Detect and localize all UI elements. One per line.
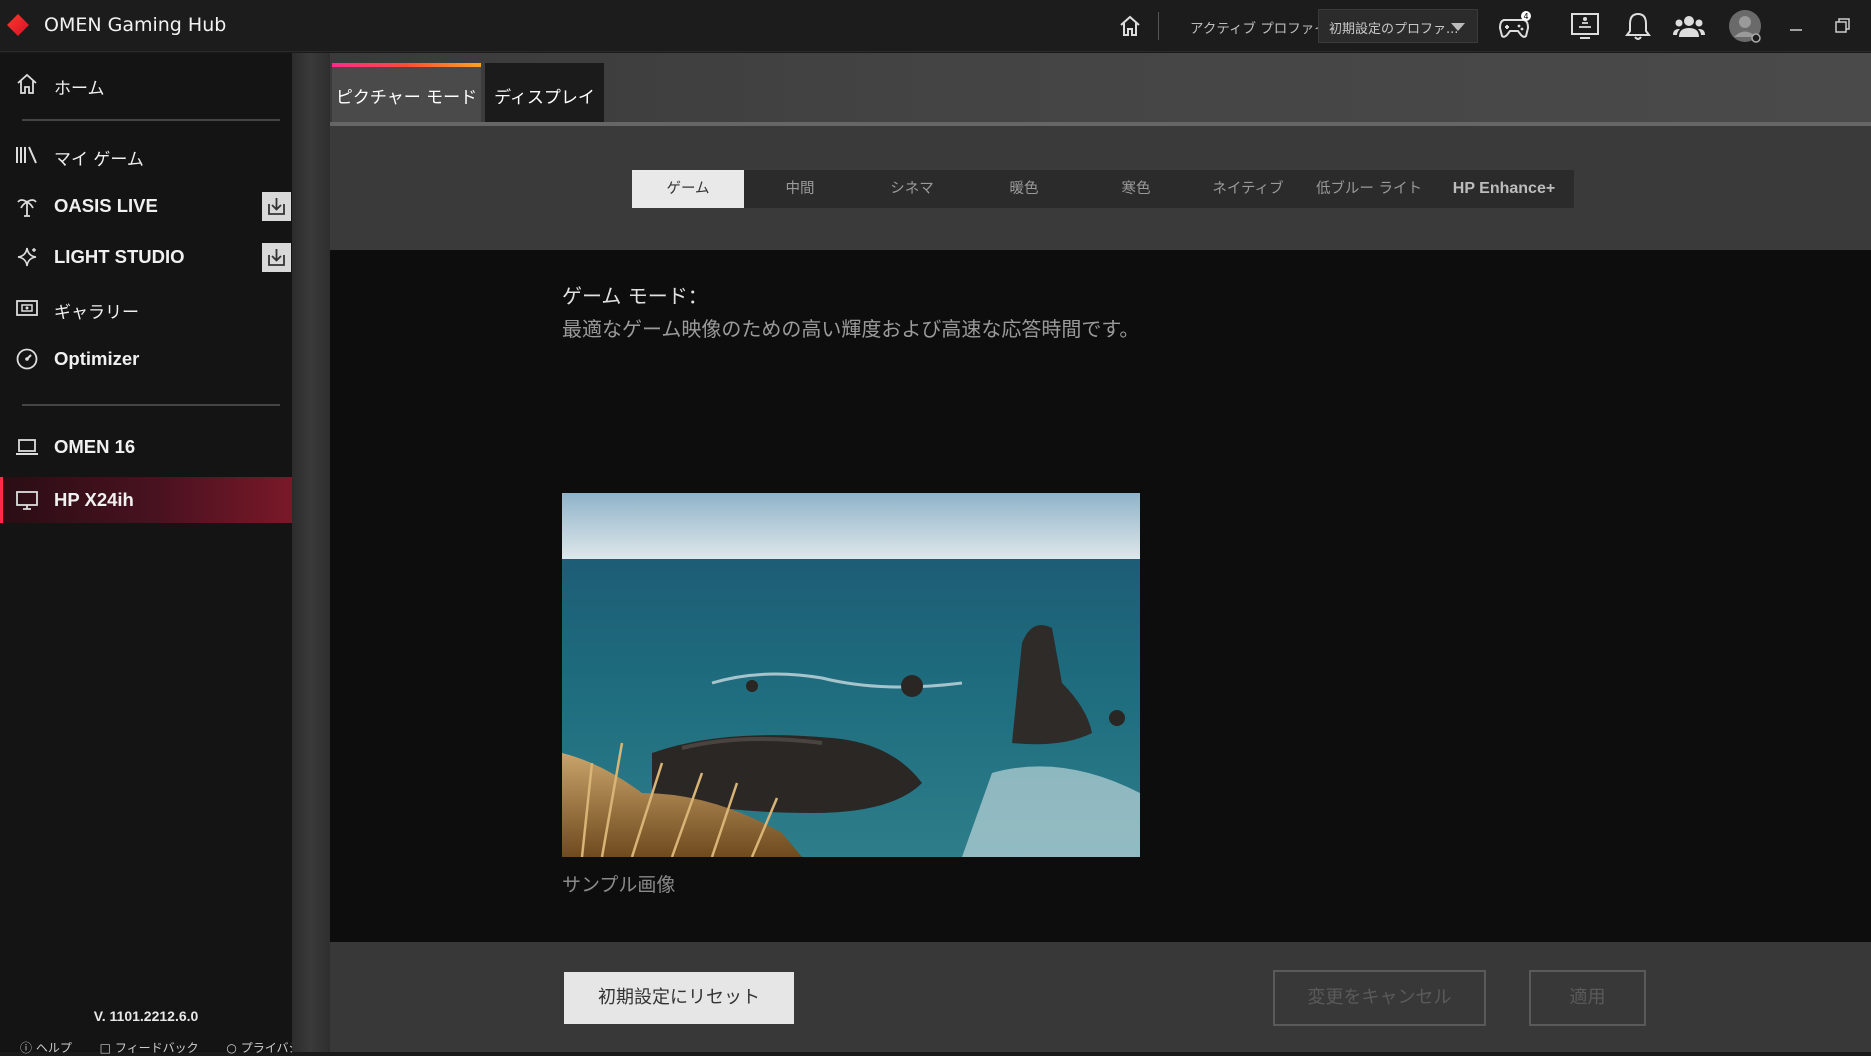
gauge-icon — [16, 348, 38, 370]
avatar-icon[interactable] — [1727, 8, 1763, 44]
sidebar-item-gallery[interactable]: ギャラリー — [0, 285, 292, 331]
mode-hp-enhance[interactable]: HP Enhance+ — [1434, 170, 1574, 208]
picture-mode-selector: ゲーム 中間 シネマ 暖色 寒色 ネイティブ 低ブルー ライト HP Enhan… — [632, 170, 1574, 208]
home-icon[interactable] — [1116, 12, 1144, 40]
sidebar-item-label: マイ ゲーム — [54, 150, 144, 170]
apply-button[interactable]: 適用 — [1529, 970, 1646, 1026]
sidebar-item-omen-16[interactable]: OMEN 16 — [0, 424, 292, 470]
mode-warm[interactable]: 暖色 — [968, 170, 1080, 208]
palm-tree-icon — [17, 199, 37, 217]
omen-logo-icon — [7, 14, 29, 36]
sidebar-item-oasis-live[interactable]: OASIS LIVE — [0, 183, 292, 229]
mode-game[interactable]: ゲーム — [632, 170, 744, 208]
sidebar-item-my-games[interactable]: マイ ゲーム — [0, 132, 292, 178]
reset-defaults-button[interactable]: 初期設定にリセット — [564, 972, 794, 1024]
sidebar-item-optimizer[interactable]: Optimizer — [0, 336, 292, 382]
controller-icon[interactable]: 4 — [1497, 10, 1531, 42]
mode-low-blue-light[interactable]: 低ブルー ライト — [1304, 170, 1434, 208]
titlebar-divider — [1158, 12, 1159, 40]
tab-display[interactable]: ディスプレイ — [485, 63, 604, 124]
action-bar: 初期設定にリセット 変更をキャンセル 適用 — [330, 942, 1871, 1052]
help-label: ヘルプ — [35, 1041, 72, 1055]
home-icon — [17, 73, 37, 94]
bell-icon[interactable] — [1621, 10, 1655, 42]
mode-description: 最適なゲーム映像のための高い輝度および高速な応答時間です。 — [562, 317, 1140, 341]
sidebar-item-hp-x24ih[interactable]: HP X24ih — [0, 477, 292, 523]
gallery-icon — [16, 300, 38, 316]
profile-dropdown[interactable]: 初期設定のプロファ... — [1318, 9, 1478, 43]
version-label: V. 1101.2212.6.0 — [93, 1008, 199, 1024]
friends-icon[interactable] — [1672, 10, 1706, 42]
mode-panel: ゲーム 中間 シネマ 暖色 寒色 ネイティブ 低ブルー ライト HP Enhan… — [330, 126, 1871, 250]
tab-picture-mode[interactable]: ピクチャー モード — [332, 63, 481, 124]
sidebar: ホーム マイ ゲーム OASIS LIVE LIGHT STUDIO ギャラリー… — [0, 53, 292, 1052]
tab-label: ディスプレイ — [494, 88, 595, 108]
mode-cool[interactable]: 寒色 — [1080, 170, 1192, 208]
feedback-screen-icon[interactable] — [1568, 10, 1602, 42]
sidebar-item-home[interactable]: ホーム — [0, 61, 292, 107]
app-title: OMEN Gaming Hub — [44, 14, 227, 36]
minimize-icon[interactable] — [1783, 12, 1809, 38]
feedback-link[interactable]: □ フィードバック — [100, 1041, 211, 1055]
restore-icon[interactable] — [1829, 12, 1855, 38]
library-icon — [16, 146, 37, 164]
mode-detail-area: ゲーム モード： 最適なゲーム映像のための高い輝度および高速な応答時間です。 サ… — [330, 250, 1871, 942]
mode-standard[interactable]: 中間 — [744, 170, 856, 208]
title-bar: OMEN Gaming Hub アクティブ プロファイル 初期設定のプロファ..… — [0, 0, 1871, 52]
svg-text:4: 4 — [1523, 12, 1528, 21]
sample-image-caption: サンプル画像 — [562, 874, 676, 896]
feedback-label: フィードバック — [114, 1041, 199, 1055]
download-icon[interactable] — [262, 192, 291, 221]
cancel-changes-button[interactable]: 変更をキャンセル — [1273, 970, 1486, 1026]
mode-native[interactable]: ネイティブ — [1192, 170, 1304, 208]
sidebar-item-label: ホーム — [54, 79, 105, 99]
sample-image — [562, 493, 1140, 857]
laptop-icon — [16, 439, 38, 455]
download-icon[interactable] — [262, 243, 291, 272]
sidebar-divider — [22, 119, 280, 121]
tab-bar: ピクチャー モード ディスプレイ — [330, 53, 1871, 124]
profile-dropdown-value: 初期設定のプロファ... — [1329, 22, 1459, 37]
sidebar-item-label: Optimizer — [54, 348, 140, 369]
sparkle-icon — [17, 247, 37, 267]
sidebar-item-label: OASIS LIVE — [54, 195, 158, 216]
chevron-down-icon — [1451, 23, 1465, 31]
monitor-icon — [16, 491, 38, 510]
sidebar-edge — [292, 53, 330, 1052]
footer-links: ⓘ ヘルプ □ フィードバック ○ プライバシー — [20, 1039, 336, 1056]
mode-title: ゲーム モード： — [562, 284, 708, 308]
sidebar-item-label: LIGHT STUDIO — [54, 246, 185, 267]
help-link[interactable]: ⓘ ヘルプ — [20, 1041, 84, 1055]
sidebar-item-label: HP X24ih — [54, 489, 134, 510]
sidebar-divider — [22, 404, 280, 406]
sidebar-item-label: OMEN 16 — [54, 436, 136, 457]
tab-label: ピクチャー モード — [335, 88, 478, 108]
sidebar-item-light-studio[interactable]: LIGHT STUDIO — [0, 234, 292, 280]
mode-cinema[interactable]: シネマ — [856, 170, 968, 208]
sidebar-item-label: ギャラリー — [54, 303, 139, 323]
